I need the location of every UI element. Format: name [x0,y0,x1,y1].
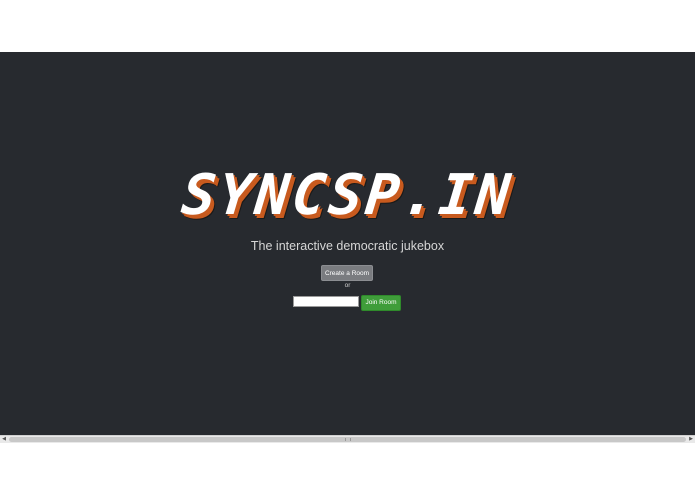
or-separator: or [344,282,351,289]
scroll-left-arrow-icon[interactable]: ◀ [0,436,8,443]
create-room-button[interactable]: Create a Room [321,265,373,281]
scrollbar-thumb[interactable] [9,437,686,442]
page: SYNCSP.IN The interactive democratic juk… [0,0,695,494]
room-code-input[interactable] [293,296,359,307]
scroll-right-arrow-icon[interactable]: ▶ [687,436,695,443]
scrollbar-grip-icon [345,438,351,441]
tagline: The interactive democratic jukebox [250,239,445,253]
logo-container: SYNCSP.IN [0,163,695,228]
horizontal-scrollbar[interactable]: ◀ ▶ [0,435,695,443]
site-logo: SYNCSP.IN [178,163,517,228]
app-viewport: SYNCSP.IN The interactive democratic juk… [0,52,695,435]
join-room-button[interactable]: Join Room [361,295,401,311]
